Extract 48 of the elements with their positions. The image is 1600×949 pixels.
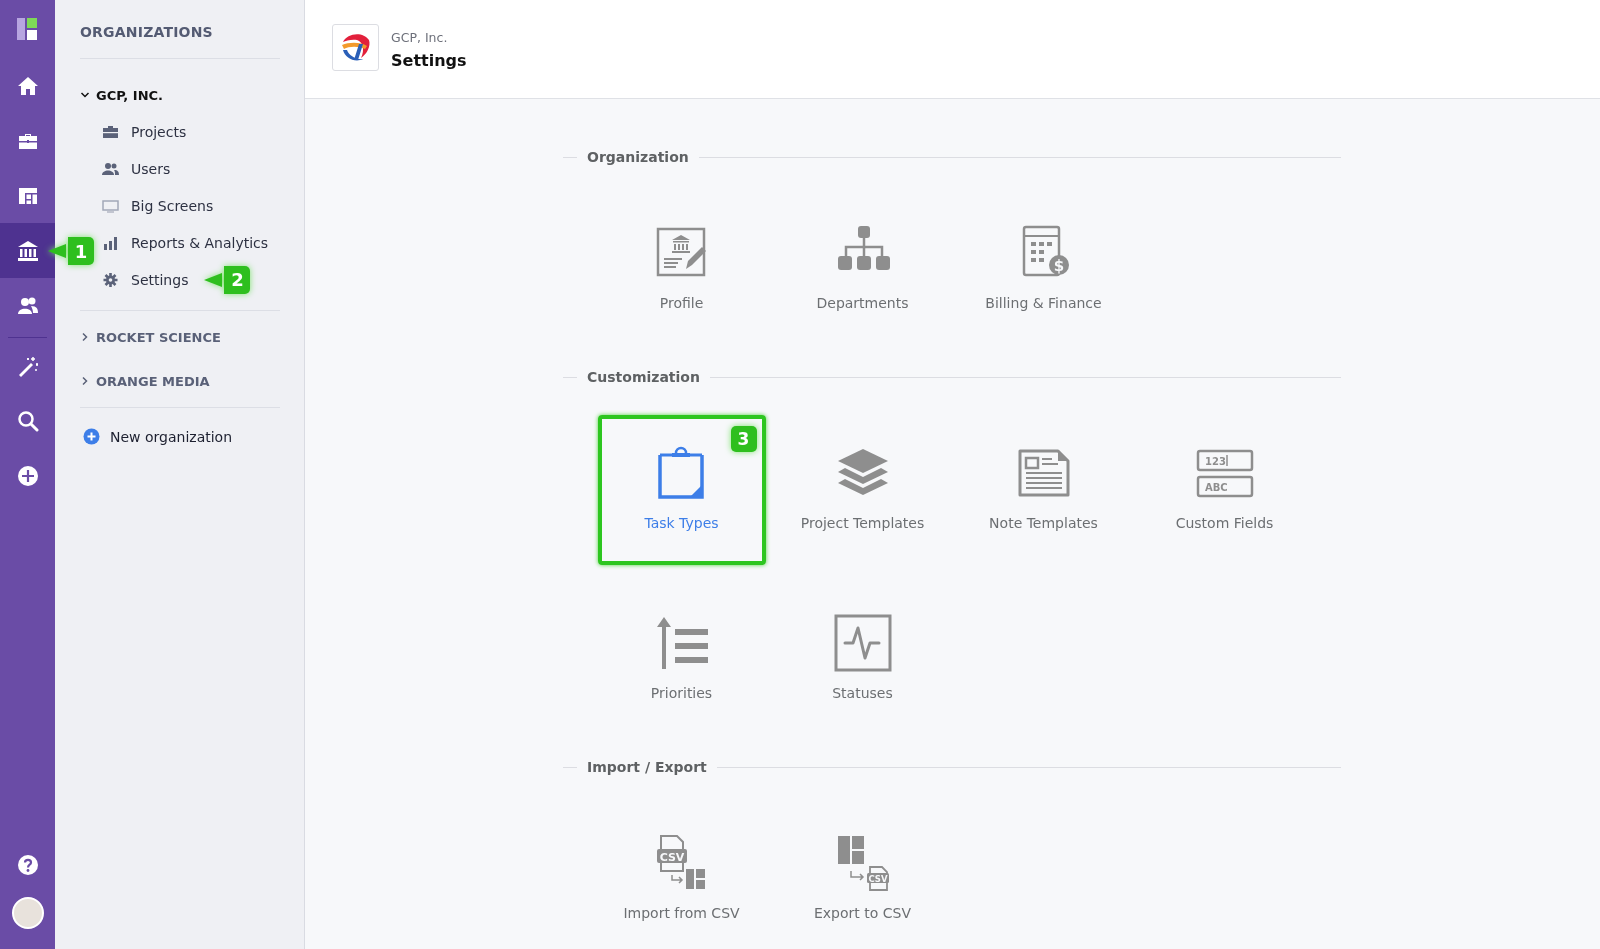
settings-tile[interactable]: Statuses	[778, 585, 947, 735]
sidebar-heading: ORGANIZATIONS	[80, 0, 280, 59]
rail-nav-item[interactable]	[0, 223, 55, 278]
sidebar-link[interactable]: Settings	[102, 261, 189, 298]
section-heading: Organization	[587, 149, 689, 165]
chevron-right-icon	[80, 332, 90, 342]
new-organization-button[interactable]: New organization	[80, 408, 233, 445]
users-icon	[102, 161, 119, 176]
settings-tile[interactable]: 123 ABC Custom Fields	[1140, 415, 1309, 565]
settings-tile[interactable]: Note Templates	[959, 415, 1128, 565]
add-icon	[83, 428, 100, 445]
section-heading: Customization	[587, 369, 700, 385]
settings-tile[interactable]: Priorities	[597, 585, 766, 735]
help-icon[interactable]	[16, 854, 39, 876]
avatar-placeholder[interactable]	[11, 897, 44, 929]
sidebar-link[interactable]: Projects	[102, 113, 187, 150]
callout-badge: 2	[204, 265, 251, 294]
settings-icon	[102, 272, 119, 287]
chevron-down-icon	[80, 90, 90, 100]
settings-tile[interactable]: CSV Export to CSV	[778, 805, 947, 949]
settings-tile[interactable]: CSV Import from CSV	[597, 805, 766, 949]
settings-tile[interactable]: Departments	[778, 195, 947, 345]
search-icon	[16, 409, 39, 432]
settings-tile[interactable]: Project Templates	[778, 415, 947, 565]
chevron-right-icon	[80, 376, 90, 386]
dashboard-logo-icon	[16, 18, 39, 40]
organization-item[interactable]: ORANGE MEDIA	[80, 367, 280, 395]
settings-tile[interactable]: Profile	[597, 195, 766, 345]
company-logo	[332, 23, 379, 71]
briefcase-icon	[102, 124, 119, 139]
organization-name: GCP, Inc.	[391, 30, 449, 45]
section-heading: Import / Export	[587, 759, 707, 775]
callout-badge: 3	[730, 426, 757, 452]
add-icon	[16, 464, 39, 487]
bank-icon	[16, 239, 39, 262]
settings-tile[interactable]: $ Billing & Finance	[959, 195, 1128, 345]
page-title: Settings	[391, 51, 467, 70]
pulse-chart-icon	[832, 613, 893, 673]
settings-tile[interactable]: Task Types 3	[597, 415, 766, 565]
home-icon	[16, 74, 39, 97]
bar-chart-icon	[102, 235, 119, 250]
screen-icon	[102, 198, 119, 213]
pointer-arrow	[204, 272, 223, 287]
organization-item[interactable]: ROCKET SCIENCE	[80, 323, 280, 351]
organization-item[interactable]: GCP, INC.	[80, 81, 280, 109]
sidebar-link[interactable]: Reports & Analytics	[102, 224, 269, 261]
sidebar-link[interactable]: Users	[102, 150, 171, 187]
sidebar-link[interactable]: Big Screens	[102, 187, 214, 224]
